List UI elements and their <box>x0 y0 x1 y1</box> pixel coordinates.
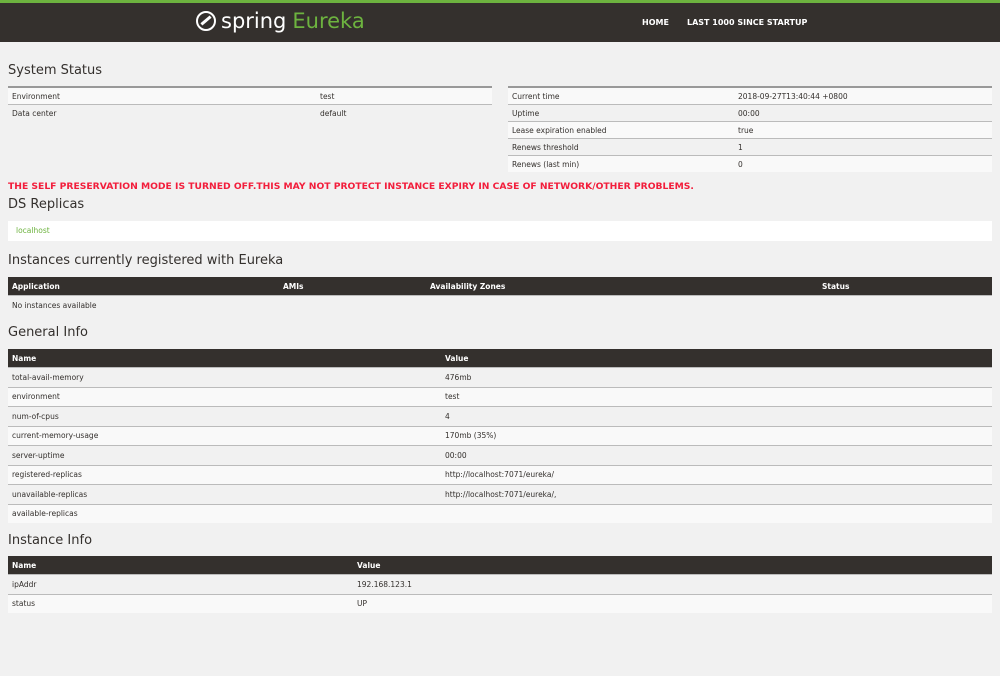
table-row: Data center default <box>8 104 492 121</box>
value: http://localhost:7071/eureka/ <box>441 464 992 485</box>
table-row: Renews threshold 1 <box>508 138 992 156</box>
system-status-left-table: Environment test Data center default <box>8 86 492 121</box>
value: 170mb (35%) <box>441 425 992 446</box>
table-row: num-of-cpus 4 <box>8 406 992 426</box>
system-status-title: System Status <box>8 63 103 78</box>
logo[interactable]: spring Eureka <box>196 9 365 33</box>
instance-info-title: Instance Info <box>8 533 93 548</box>
value: 1 <box>734 138 992 156</box>
value: test <box>316 86 492 105</box>
label: Environment <box>8 86 316 105</box>
ds-replicas-title: DS Replicas <box>8 197 85 212</box>
column-header: AMIs <box>279 277 426 296</box>
table-row: ipAddr 192.168.123.1 <box>8 574 992 594</box>
ds-replica-item: localhost <box>8 221 992 241</box>
column-header: Availability Zones <box>426 277 818 296</box>
label: Renews (last min) <box>508 155 734 172</box>
value: 192.168.123.1 <box>353 574 992 594</box>
label: Renews threshold <box>508 138 734 156</box>
name: total-avail-memory <box>8 367 441 387</box>
self-preservation-warning: THE SELF PRESERVATION MODE IS TURNED OFF… <box>8 181 694 192</box>
value: 00:00 <box>441 445 992 465</box>
value: 00:00 <box>734 104 992 122</box>
name: registered-replicas <box>8 464 441 485</box>
table-row: No instances available <box>8 295 992 315</box>
instances-title: Instances currently registered with Eure… <box>8 253 284 268</box>
navbar: spring Eureka HOME LAST 1000 SINCE START… <box>0 0 1000 42</box>
instances-table: Application AMIs Availability Zones Status … <box>8 277 992 315</box>
table-row: unavailable-replicas http://localhost:707… <box>8 484 992 504</box>
value: default <box>316 104 492 121</box>
value: 4 <box>441 406 992 426</box>
general-info-table: Name Value total-avail-memory 476mb enviro… <box>8 349 992 523</box>
column-header: Value <box>441 349 992 368</box>
table-row: status UP <box>8 593 992 613</box>
label: Lease expiration enabled <box>508 121 734 139</box>
name: available-replicas <box>8 503 441 523</box>
table-row: Uptime 00:00 <box>508 104 992 122</box>
column-header: Name <box>8 349 441 368</box>
value: UP <box>353 593 992 613</box>
table-row: Lease expiration enabled true <box>508 121 992 139</box>
table-row: server-uptime 00:00 <box>8 445 992 465</box>
general-info-title: General Info <box>8 325 88 340</box>
label: Uptime <box>508 104 734 122</box>
table-row: Renews (last min) 0 <box>508 155 992 172</box>
logo-eureka: Eureka <box>292 9 365 33</box>
value: 2018-09-27T13:40:44 +0800 <box>734 86 992 105</box>
name: environment <box>8 386 441 407</box>
table-row: total-avail-memory 476mb <box>8 367 992 387</box>
value: test <box>441 386 992 407</box>
name: status <box>8 593 353 613</box>
column-header: Value <box>353 556 992 575</box>
instance-info-table: Name Value ipAddr 192.168.123.1 status UP <box>8 556 992 613</box>
nav-home[interactable]: HOME <box>642 18 669 27</box>
column-header: Application <box>8 277 279 296</box>
label: Data center <box>8 104 316 121</box>
table-row: available-replicas <box>8 503 992 523</box>
spring-leaf-icon <box>196 11 216 31</box>
empty-message: No instances available <box>8 295 992 315</box>
replica-link[interactable]: localhost <box>16 226 50 235</box>
table-row: environment test <box>8 386 992 407</box>
system-status-right-table: Current time 2018-09-27T13:40:44 +0800 Up… <box>508 86 992 172</box>
name: ipAddr <box>8 574 353 594</box>
column-header: Status <box>818 277 992 296</box>
table-row: registered-replicas http://localhost:7071… <box>8 464 992 485</box>
name: unavailable-replicas <box>8 484 441 504</box>
value: http://localhost:7071/eureka/, <box>441 484 992 504</box>
value: 0 <box>734 155 992 172</box>
value: true <box>734 121 992 139</box>
nav-last-1000[interactable]: LAST 1000 SINCE STARTUP <box>687 18 807 27</box>
value: 476mb <box>441 367 992 387</box>
table-row: Environment test <box>8 86 492 105</box>
table-row: current-memory-usage 170mb (35%) <box>8 425 992 446</box>
table-row: Current time 2018-09-27T13:40:44 +0800 <box>508 86 992 105</box>
column-header: Name <box>8 556 353 575</box>
name: num-of-cpus <box>8 406 441 426</box>
name: server-uptime <box>8 445 441 465</box>
value <box>441 503 992 523</box>
logo-spring: spring <box>221 9 287 33</box>
label: Current time <box>508 86 734 105</box>
name: current-memory-usage <box>8 425 441 446</box>
